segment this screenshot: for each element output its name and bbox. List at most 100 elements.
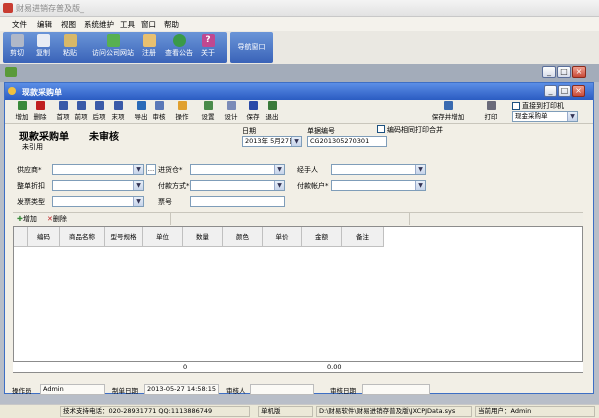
grid-summary-row [13, 361, 583, 372]
next-button[interactable]: 后项 [91, 101, 107, 123]
announcement-button[interactable]: 查看公告 [163, 34, 195, 61]
discount-select[interactable]: ▼ [52, 180, 144, 191]
item-grid[interactable] [13, 226, 583, 373]
operate-button[interactable]: 操作 [171, 101, 193, 123]
column-header[interactable]: 备注 [342, 227, 384, 247]
mdi-child-icon [5, 67, 17, 77]
menu-window[interactable]: 窗口 [141, 19, 156, 30]
supplier-label: 供应商* [17, 166, 42, 174]
register-label: 注册 [142, 49, 156, 57]
chevron-down-icon: ▼ [291, 137, 301, 146]
about-button[interactable]: ? 关于 [198, 34, 218, 61]
ticket-no-label: 票号 [158, 198, 172, 206]
audit-button[interactable]: 审核 [151, 101, 167, 123]
mdi-strip [0, 64, 599, 82]
visit-website-button[interactable]: 访问公司网站 [88, 34, 138, 61]
menu-tools[interactable]: 工具 [120, 19, 135, 30]
save-icon [248, 101, 258, 110]
add-button[interactable]: 增加 [14, 101, 30, 123]
last-label: 末项 [111, 113, 125, 121]
mdi-restore-button[interactable]: □ [557, 66, 571, 78]
window-maximize-button[interactable]: □ [558, 85, 571, 97]
window-icon [8, 87, 16, 95]
visit-website-label: 访问公司网站 [92, 49, 134, 57]
save-and-add-button[interactable]: 保存并增加 [428, 101, 468, 123]
audit-date-label: 审核日期 [330, 387, 356, 395]
last-button[interactable]: 末项 [110, 101, 126, 123]
settings-button[interactable]: 设置 [200, 101, 216, 123]
handler-label: 经手人 [297, 166, 318, 174]
invoice-type-label: 发票类型 [17, 198, 45, 206]
date-picker[interactable]: 2013年 5月27日 ▼ [242, 136, 302, 147]
invoice-type-select[interactable]: ▼ [52, 196, 144, 207]
register-button[interactable]: 注册 [139, 34, 159, 61]
audit-date-value [362, 384, 430, 395]
supplier-select[interactable]: ▼ [52, 164, 144, 175]
copy-button[interactable]: 复制 [31, 34, 55, 61]
grid-delete-button[interactable]: ✕删除 [47, 214, 67, 224]
save-button[interactable]: 保存 [245, 101, 261, 123]
auditor-label: 审核人 [226, 387, 246, 395]
menu-help[interactable]: 帮助 [164, 19, 179, 30]
home-icon [106, 34, 120, 47]
grid-add-button[interactable]: ✚增加 [17, 214, 37, 224]
next-icon [94, 101, 104, 110]
reference-status: 未引用 [22, 143, 43, 151]
mdi-close-button[interactable]: × [572, 66, 586, 78]
merge-print-checkbox[interactable] [377, 125, 385, 133]
chevron-down-icon: ▼ [133, 181, 143, 190]
auditor-value [250, 384, 314, 395]
first-icon [58, 101, 68, 110]
menu-file[interactable]: 文件 [12, 19, 27, 30]
menu-bar: 文件 编辑 视图 系统维护 工具 窗口 帮助 [0, 17, 599, 31]
date-value: 2013年 5月27日 [245, 137, 296, 145]
prev-button[interactable]: 前项 [73, 101, 89, 123]
menu-system[interactable]: 系统维护 [84, 19, 114, 30]
export-button[interactable]: 导出 [133, 101, 149, 123]
doc-no-field[interactable]: CG201305270301 [307, 136, 387, 147]
window-minimize-button[interactable]: _ [544, 85, 557, 97]
ticket-no-field[interactable] [190, 196, 285, 207]
save-and-add-label: 保存并增加 [431, 113, 465, 121]
design-button[interactable]: 设计 [220, 101, 242, 123]
column-header[interactable]: 单位 [143, 227, 183, 247]
cut-button[interactable]: 剪切 [7, 34, 27, 61]
pay-account-select[interactable]: ▼ [331, 180, 426, 191]
window-close-button[interactable]: × [572, 85, 585, 97]
next-label: 后项 [92, 113, 106, 121]
prev-label: 前项 [74, 113, 88, 121]
exit-label: 退出 [265, 113, 279, 121]
print-button[interactable]: 打印 [480, 101, 502, 123]
pay-method-select[interactable]: ▼ [190, 180, 285, 191]
add-label: 增加 [15, 113, 29, 121]
first-button[interactable]: 首项 [55, 101, 71, 123]
paste-label: 粘贴 [63, 49, 77, 57]
column-header[interactable]: 数量 [183, 227, 223, 247]
chevron-down-icon: ▼ [567, 112, 577, 121]
print-template-select[interactable]: 现金采购单 ▼ [512, 111, 578, 122]
exit-button[interactable]: 退出 [264, 101, 280, 123]
column-header[interactable]: 编码 [28, 227, 60, 247]
column-header[interactable]: 单价 [263, 227, 302, 247]
column-header[interactable]: 商品名称 [60, 227, 105, 247]
prev-icon [76, 101, 86, 110]
menu-edit[interactable]: 编辑 [37, 19, 52, 30]
column-header[interactable]: 金额 [302, 227, 342, 247]
supplier-browse-button[interactable]: … [146, 164, 156, 175]
globe-icon [172, 34, 186, 47]
direct-print-checkbox[interactable] [512, 102, 520, 110]
delete-button[interactable]: 删除 [32, 101, 48, 123]
paste-button[interactable]: 粘贴 [58, 34, 82, 61]
mdi-minimize-button[interactable]: _ [542, 66, 556, 78]
menu-view[interactable]: 视图 [61, 19, 76, 30]
pay-method-label: 付款方式* [158, 182, 190, 190]
exit-icon [267, 101, 277, 110]
handler-select[interactable]: ▼ [331, 164, 426, 175]
cut-label: 剪切 [10, 49, 24, 57]
column-header[interactable]: 颜色 [223, 227, 263, 247]
warehouse-select[interactable]: ▼ [190, 164, 285, 175]
question-icon: ? [201, 34, 215, 47]
column-header[interactable]: 型号规格 [105, 227, 143, 247]
make-date-label: 制单日期 [112, 387, 138, 395]
paste-icon [63, 34, 77, 47]
